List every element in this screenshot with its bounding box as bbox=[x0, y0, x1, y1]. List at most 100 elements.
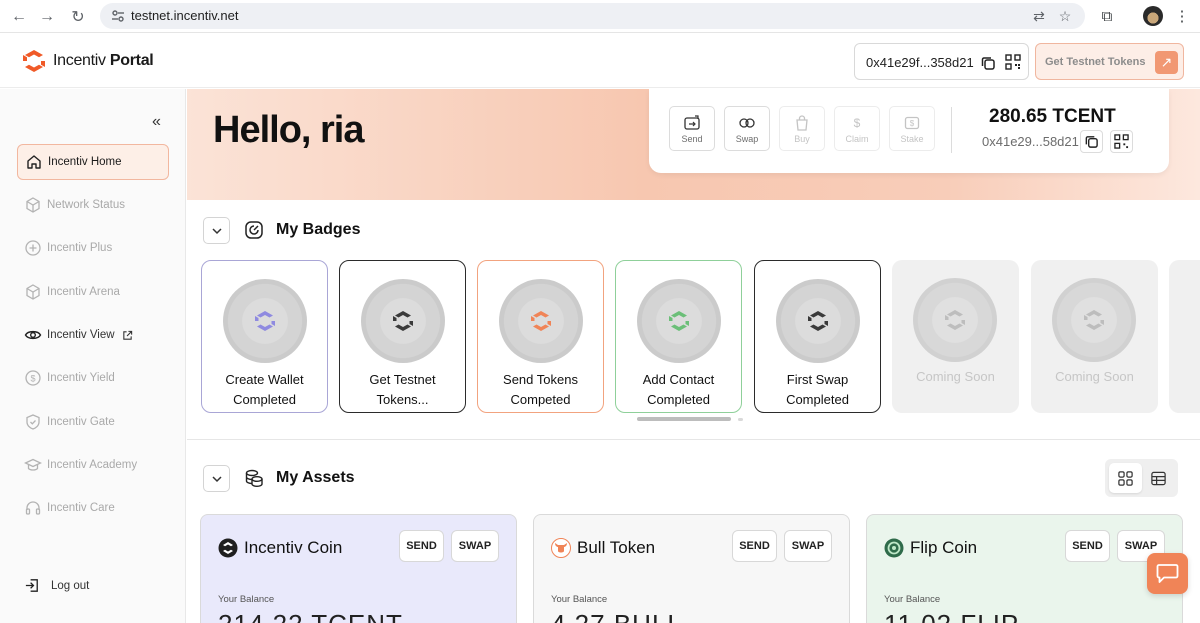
send-button[interactable]: SEND bbox=[1065, 530, 1110, 562]
badge-medallion bbox=[1052, 278, 1136, 362]
wallet-address: 0x41e29f...358d21 bbox=[866, 55, 974, 70]
sidebar-item-label: Incentiv Care bbox=[47, 502, 115, 514]
grid-view-button[interactable] bbox=[1109, 463, 1142, 493]
chevron-down-icon bbox=[212, 475, 222, 482]
send-button[interactable]: SEND bbox=[399, 530, 444, 562]
dollar-circle-icon: $ bbox=[25, 370, 41, 386]
swap-action-button[interactable]: Swap bbox=[724, 106, 770, 151]
asset-card-flip-coin[interactable]: Flip Coin SEND SWAP Your Balance 11.02 F… bbox=[866, 514, 1183, 623]
arrow-up-right-icon: ↗ bbox=[1155, 51, 1178, 74]
asset-name: Flip Coin bbox=[910, 538, 978, 557]
swap-button[interactable]: SWAP bbox=[451, 530, 499, 562]
forward-icon[interactable]: → bbox=[37, 7, 57, 27]
asset-name: Incentiv Coin bbox=[244, 538, 343, 557]
badge-card-send-tokens[interactable]: Send Tokens Competed bbox=[477, 260, 604, 413]
sidebar-item-incentiv-plus[interactable]: Incentiv Plus bbox=[17, 230, 169, 266]
swap-icon bbox=[739, 118, 755, 128]
browser-menu-icon[interactable]: ⋮ bbox=[1172, 7, 1192, 27]
badges-scrollbar[interactable] bbox=[637, 417, 731, 421]
sidebar-item-incentiv-care[interactable]: Incentiv Care bbox=[17, 490, 169, 526]
badge-card-add-contact[interactable]: Add Contact Completed bbox=[615, 260, 742, 413]
buy-action-button[interactable]: Buy bbox=[779, 106, 825, 151]
action-label: Buy bbox=[794, 134, 810, 144]
reload-icon[interactable]: ↻ bbox=[68, 7, 88, 27]
balance-card: Send Swap Buy $ Claim $ Stake 280.65 TCE… bbox=[649, 89, 1169, 173]
flip-coin-icon bbox=[884, 538, 904, 558]
copy-icon[interactable] bbox=[980, 55, 996, 71]
qr-code-icon[interactable] bbox=[1005, 54, 1021, 70]
send-button[interactable]: SEND bbox=[732, 530, 777, 562]
cube-icon bbox=[26, 197, 40, 213]
bull-token-icon bbox=[551, 538, 571, 558]
chat-icon bbox=[1156, 564, 1179, 583]
balance-label: Your Balance bbox=[218, 594, 275, 605]
logo[interactable]: Incentiv Portal bbox=[22, 49, 154, 73]
chat-support-button[interactable] bbox=[1147, 553, 1188, 594]
logout-icon bbox=[25, 579, 38, 592]
sidebar-item-incentiv-home[interactable]: Incentiv Home bbox=[17, 144, 169, 180]
sidebar-item-incentiv-view[interactable]: Incentiv View bbox=[17, 317, 169, 353]
url-text[interactable]: testnet.incentiv.net bbox=[131, 8, 238, 23]
home-icon bbox=[27, 155, 41, 169]
badge-label: Coming Soon bbox=[1055, 369, 1134, 384]
sidebar-item-label: Incentiv Home bbox=[48, 156, 122, 168]
table-icon bbox=[1151, 471, 1166, 486]
collapse-assets-button[interactable] bbox=[203, 464, 230, 492]
divider bbox=[951, 107, 952, 153]
incentiv-badge-icon bbox=[1084, 310, 1104, 330]
stake-action-button[interactable]: $ Stake bbox=[889, 106, 935, 151]
badge-card-create-wallet[interactable]: Create Wallet Completed bbox=[201, 260, 328, 413]
translate-icon[interactable]: ⇄ bbox=[1031, 8, 1047, 24]
badge-label: Send Tokens Competed bbox=[503, 372, 578, 407]
collapse-sidebar-icon[interactable]: « bbox=[152, 113, 161, 131]
view-toggle bbox=[1105, 459, 1178, 497]
address-bar[interactable]: testnet.incentiv.net ⇄ ☆ bbox=[100, 3, 1085, 29]
sidebar-item-incentiv-yield[interactable]: $ Incentiv Yield bbox=[17, 360, 169, 396]
browser-toolbar: ← → ↻ testnet.incentiv.net ⇄ ☆ ⧉ ⋮ bbox=[0, 0, 1200, 33]
balance-label: Your Balance bbox=[884, 594, 941, 605]
badge-card-get-testnet-tokens[interactable]: Get Testnet Tokens... bbox=[339, 260, 466, 413]
action-label: Claim bbox=[845, 134, 869, 144]
site-settings-icon[interactable] bbox=[110, 8, 126, 24]
sidebar-item-label: Incentiv Gate bbox=[47, 416, 115, 428]
back-icon[interactable]: ← bbox=[9, 7, 29, 27]
logout-button[interactable]: Log out bbox=[24, 577, 89, 594]
svg-text:$: $ bbox=[910, 119, 915, 128]
copy-address-button[interactable] bbox=[1080, 130, 1103, 153]
balance-address: 0x41e29...58d21 bbox=[982, 134, 1079, 149]
bookmark-star-icon[interactable]: ☆ bbox=[1057, 8, 1073, 24]
badge-card-first-swap[interactable]: First Swap Completed bbox=[754, 260, 881, 413]
asset-card-incentiv-coin[interactable]: Incentiv Coin SEND SWAP Your Balance 214… bbox=[200, 514, 517, 623]
badge-card-partial bbox=[1169, 260, 1200, 413]
shield-icon bbox=[26, 414, 40, 430]
sidebar-item-incentiv-gate[interactable]: Incentiv Gate bbox=[17, 404, 169, 440]
stake-icon: $ bbox=[904, 116, 920, 130]
badge-medallion bbox=[361, 279, 445, 363]
collapse-badges-button[interactable] bbox=[203, 216, 230, 244]
send-action-button[interactable]: Send bbox=[669, 106, 715, 151]
profile-avatar[interactable] bbox=[1143, 6, 1163, 26]
incentiv-badge-icon bbox=[531, 311, 551, 331]
incentiv-badge-icon bbox=[808, 311, 828, 331]
swap-button[interactable]: SWAP bbox=[784, 530, 832, 562]
extensions-icon[interactable]: ⧉ bbox=[1097, 7, 1117, 27]
logo-primary: Incentiv bbox=[53, 52, 106, 69]
sidebar-item-network-status[interactable]: Network Status bbox=[17, 187, 169, 223]
sidebar-item-incentiv-academy[interactable]: Incentiv Academy bbox=[17, 447, 169, 483]
headset-icon bbox=[25, 501, 41, 515]
asset-card-bull-token[interactable]: Bull Token SEND SWAP Your Balance 4.27 B… bbox=[533, 514, 850, 623]
badge-medallion bbox=[499, 279, 583, 363]
qr-code-button[interactable] bbox=[1110, 130, 1133, 153]
sidebar-item-label: Network Status bbox=[47, 199, 125, 211]
sidebar-item-incentiv-arena[interactable]: Incentiv Arena bbox=[17, 274, 169, 310]
get-testnet-tokens-button[interactable]: Get Testnet Tokens ↗ bbox=[1035, 43, 1184, 80]
claim-action-button[interactable]: $ Claim bbox=[834, 106, 880, 151]
asset-balance: 4.27 BULL bbox=[551, 609, 683, 623]
badge-medallion bbox=[913, 278, 997, 362]
svg-text:$: $ bbox=[854, 116, 861, 130]
action-label: Swap bbox=[735, 134, 759, 144]
table-view-button[interactable] bbox=[1142, 463, 1175, 493]
section-divider bbox=[187, 439, 1200, 440]
badges-section-header: My Badges bbox=[203, 216, 360, 244]
qr-code-icon bbox=[1114, 134, 1129, 149]
